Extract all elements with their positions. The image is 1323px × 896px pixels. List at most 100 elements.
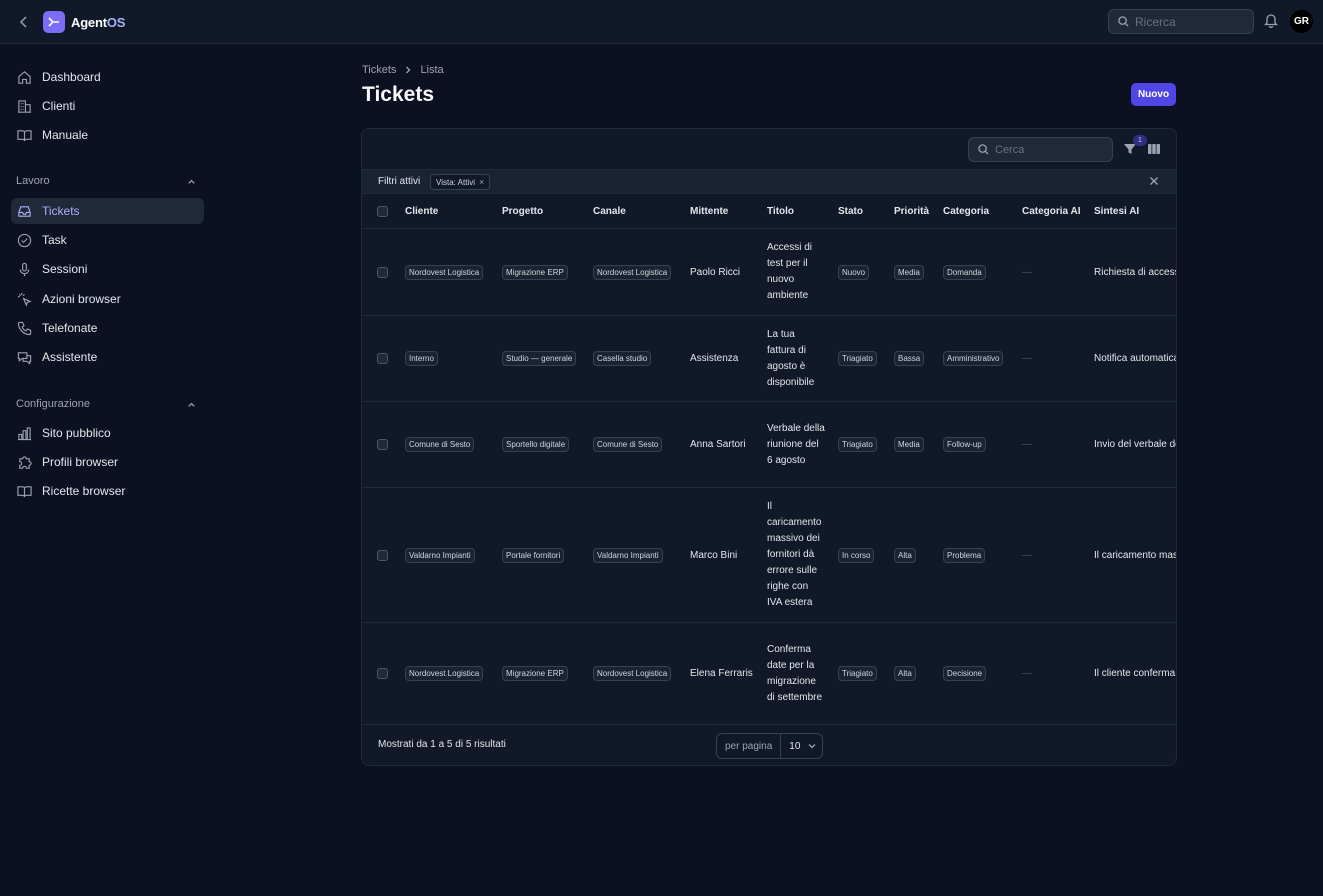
stato-badge: Nuovo [838, 265, 869, 280]
per-page-selector[interactable]: per pagina 10 [716, 733, 823, 759]
sidebar-item-tickets[interactable]: Tickets [11, 198, 204, 224]
chevron-left-icon [18, 16, 30, 28]
sidebar-item-label: Ricette browser [42, 484, 125, 498]
column-header-priorita[interactable]: Priorità [894, 206, 929, 217]
sidebar-item-profili-browser[interactable]: Profili browser [11, 449, 204, 475]
sintesi-ai-text: Invio del verbale de [1094, 439, 1177, 450]
priorita-badge: Bassa [894, 351, 924, 366]
tickets-table-card: 1 Filtri attivi Vista: Attivi × Cliente … [361, 128, 1177, 766]
row-checkbox[interactable] [377, 353, 388, 364]
filter-chip: Vista: Attivi × [430, 174, 490, 190]
section-configurazione[interactable]: Configurazione [16, 398, 196, 410]
logo-icon[interactable] [43, 11, 65, 33]
sidebar-item-telefonate[interactable]: Telefonate [11, 315, 204, 341]
categoria-badge: Decisione [943, 666, 986, 681]
user-avatar[interactable]: GR [1290, 10, 1313, 33]
table-search-input[interactable] [995, 144, 1095, 156]
breadcrumb-root[interactable]: Tickets [362, 64, 396, 76]
table-row[interactable]: Comune di Sesto Sportello digitale Comun… [362, 402, 1177, 488]
categoria-ai-text: — [1022, 439, 1032, 450]
column-header-stato[interactable]: Stato [838, 206, 863, 217]
table-row[interactable]: Nordovest Logistica Migrazione ERP Nordo… [362, 623, 1177, 725]
priorita-badge: Alta [894, 548, 916, 563]
columns-icon[interactable] [1147, 142, 1161, 156]
cliente-tag: Interno [405, 351, 438, 366]
progetto-tag: Sportello digitale [502, 437, 569, 452]
search-icon [1118, 16, 1129, 27]
page-title: Tickets [362, 83, 434, 107]
sidebar-item-assistente[interactable]: Assistente [11, 344, 204, 370]
results-count: Mostrati da 1 a 5 di 5 risultati [378, 739, 506, 750]
progetto-tag: Studio — generale [502, 351, 576, 366]
sintesi-ai-text: Il cliente conferma [1094, 668, 1177, 679]
cursor-click-icon [17, 292, 32, 307]
column-header-cliente[interactable]: Cliente [405, 206, 438, 217]
table-row[interactable]: Nordovest Logistica Migrazione ERP Nordo… [362, 229, 1177, 316]
per-page-select[interactable]: 10 [781, 741, 816, 752]
sidebar-item-label: Dashboard [42, 70, 101, 84]
breadcrumb-current: Lista [420, 64, 443, 76]
close-icon[interactable] [1148, 175, 1160, 187]
categoria-badge: Follow-up [943, 437, 986, 452]
new-ticket-button[interactable]: Nuovo [1131, 83, 1176, 106]
canale-tag: Nordovest Logistica [593, 265, 671, 280]
column-header-canale[interactable]: Canale [593, 206, 626, 217]
categoria-ai-text: — [1022, 267, 1032, 278]
active-filters-bar: Filtri attivi Vista: Attivi × [362, 169, 1177, 194]
sidebar-item-dashboard[interactable]: Dashboard [11, 64, 204, 90]
progetto-tag: Migrazione ERP [502, 265, 568, 280]
book-open-icon [17, 484, 32, 499]
chevron-up-icon [187, 177, 196, 186]
titolo-text: Accessi di test per il nuovo ambiente [767, 240, 825, 304]
chat-icon [17, 350, 32, 365]
sintesi-ai-text: Richiesta di accesso [1094, 267, 1177, 278]
breadcrumb: Tickets Lista [362, 64, 444, 76]
microphone-icon [17, 262, 32, 277]
notifications-button[interactable] [1264, 13, 1282, 31]
table-header: Cliente Progetto Canale Mittente Titolo … [362, 194, 1177, 229]
sidebar-item-sito-pubblico[interactable]: Sito pubblico [11, 420, 204, 446]
row-checkbox[interactable] [377, 267, 388, 278]
global-search[interactable] [1108, 9, 1254, 34]
row-checkbox[interactable] [377, 439, 388, 450]
mittente-text: Anna Sartori [690, 439, 746, 450]
canale-tag: Valdarno Impianti [593, 548, 663, 563]
canale-tag: Nordovest Logistica [593, 666, 671, 681]
table-row[interactable]: Interno Studio — generale Casella studio… [362, 316, 1177, 402]
table-row[interactable]: Valdarno Impianti Portale fornitori Vald… [362, 488, 1177, 623]
sidebar-item-sessioni[interactable]: Sessioni [11, 256, 204, 282]
section-title: Lavoro [16, 175, 50, 187]
inbox-icon [17, 204, 32, 219]
stato-badge: In corso [838, 548, 874, 563]
row-checkbox[interactable] [377, 550, 388, 561]
table-search[interactable] [968, 137, 1113, 162]
column-header-categoria[interactable]: Categoria [943, 206, 989, 217]
sidebar-item-clienti[interactable]: Clienti [11, 93, 204, 119]
sidebar: Dashboard Clienti Manuale Lavoro Tickets… [0, 44, 216, 896]
column-header-categoria-ai[interactable]: Categoria AI [1022, 206, 1081, 217]
filter-chip-remove-button[interactable]: × [479, 177, 484, 187]
titolo-text: Verbale della riunione del 6 agosto [767, 421, 825, 469]
chevron-up-icon [187, 400, 196, 409]
column-header-titolo[interactable]: Titolo [767, 206, 794, 217]
back-button[interactable] [14, 12, 34, 32]
puzzle-icon [17, 455, 32, 470]
global-search-input[interactable] [1135, 15, 1245, 29]
row-checkbox[interactable] [377, 668, 388, 679]
sidebar-item-manuale[interactable]: Manuale [11, 122, 204, 148]
sidebar-item-azioni-browser[interactable]: Azioni browser [11, 286, 204, 312]
mittente-text: Elena Ferraris [690, 668, 753, 679]
categoria-badge: Amministrativo [943, 351, 1003, 366]
canale-tag: Comune di Sesto [593, 437, 662, 452]
sidebar-item-task[interactable]: Task [11, 227, 204, 253]
sidebar-item-ricette-browser[interactable]: Ricette browser [11, 478, 204, 504]
titolo-text: La tua fattura di agosto è disponibile [767, 327, 825, 391]
chevron-right-icon [404, 66, 412, 74]
section-lavoro[interactable]: Lavoro [16, 175, 196, 187]
top-bar: AgentOS GR [0, 0, 1323, 44]
column-header-sintesi-ai[interactable]: Sintesi AI [1094, 206, 1139, 217]
column-header-progetto[interactable]: Progetto [502, 206, 543, 217]
brand-part-b: OS [107, 15, 125, 30]
select-all-checkbox[interactable] [377, 206, 388, 217]
column-header-mittente[interactable]: Mittente [690, 206, 728, 217]
